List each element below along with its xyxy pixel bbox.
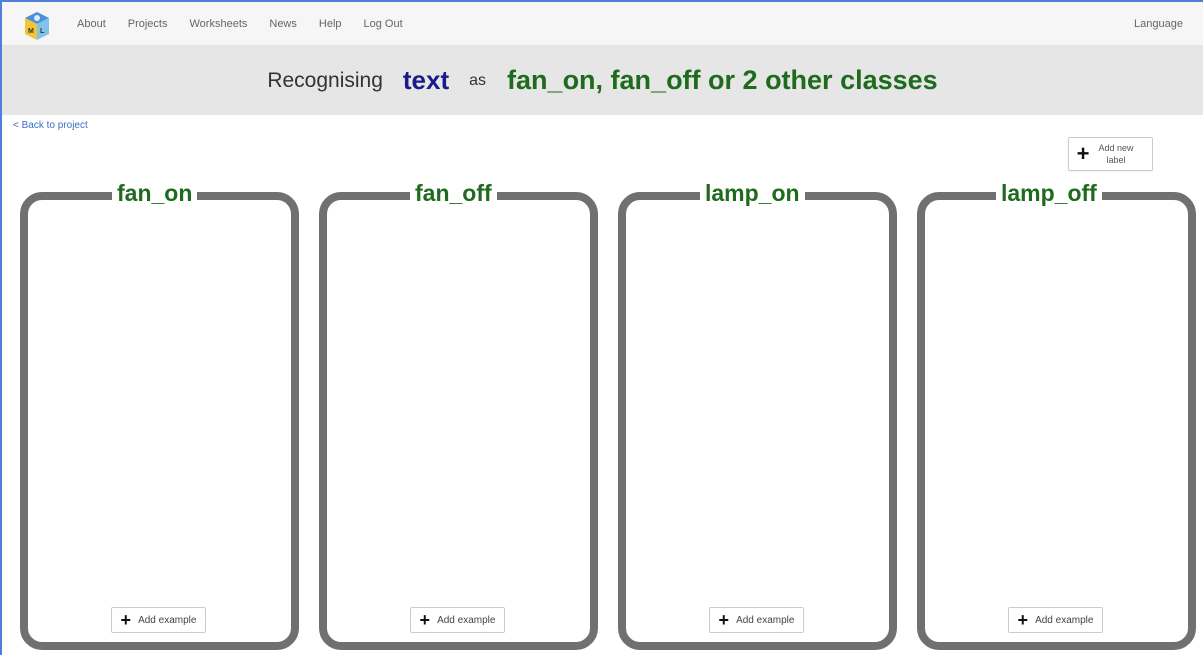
banner-as: as: [469, 71, 487, 89]
bucket-title-fan-off[interactable]: fan_off: [410, 178, 497, 208]
svg-text:M: M: [28, 28, 34, 35]
label-bucket-fan-on[interactable]: [20, 192, 299, 650]
plus-icon: +: [419, 610, 431, 630]
plus-icon: +: [718, 610, 730, 630]
nav-links: About Projects Worksheets News Help Log …: [66, 2, 414, 46]
banner-classes: fan_on, fan_off or 2 other classes: [507, 65, 938, 95]
add-new-label-button[interactable]: + Add new label: [1068, 137, 1153, 171]
banner-recognising: Recognising: [267, 68, 383, 92]
label-bucket-lamp-on[interactable]: [618, 192, 897, 650]
nav-news[interactable]: News: [258, 18, 308, 30]
svg-text:L: L: [40, 28, 45, 35]
bucket-title-lamp-off[interactable]: lamp_off: [996, 178, 1102, 208]
label-bucket-lamp-off[interactable]: [917, 192, 1196, 650]
language-menu[interactable]: Language: [1134, 2, 1183, 46]
add-example-button-lamp-on[interactable]: + Add example: [709, 607, 804, 633]
nav-logout[interactable]: Log Out: [353, 18, 414, 30]
add-example-text: Add example: [437, 614, 496, 626]
logo-icon[interactable]: M L: [24, 11, 50, 41]
navbar: M L About Projects Worksheets News Help …: [2, 2, 1203, 46]
label-bucket-fan-off[interactable]: [319, 192, 598, 650]
nav-help[interactable]: Help: [308, 18, 353, 30]
add-new-label-text: Add new label: [1098, 143, 1134, 165]
plus-icon: +: [1076, 141, 1090, 166]
bucket-title-fan-on[interactable]: fan_on: [112, 178, 198, 208]
add-example-button-fan-on[interactable]: + Add example: [111, 607, 206, 633]
banner-input-type: text: [402, 65, 450, 95]
back-to-project-link[interactable]: < Back to project: [13, 120, 88, 131]
bucket-title-lamp-on[interactable]: lamp_on: [700, 178, 805, 208]
nav-projects[interactable]: Projects: [117, 18, 179, 30]
add-example-text: Add example: [1035, 614, 1094, 626]
nav-worksheets[interactable]: Worksheets: [179, 18, 259, 30]
add-example-button-fan-off[interactable]: + Add example: [410, 607, 505, 633]
page-banner: Recognising text as fan_on, fan_off or 2…: [2, 46, 1203, 115]
add-example-button-lamp-off[interactable]: + Add example: [1008, 607, 1103, 633]
plus-icon: +: [1017, 610, 1029, 630]
add-example-text: Add example: [736, 614, 795, 626]
plus-icon: +: [120, 610, 132, 630]
nav-about[interactable]: About: [66, 18, 117, 30]
add-example-text: Add example: [138, 614, 197, 626]
